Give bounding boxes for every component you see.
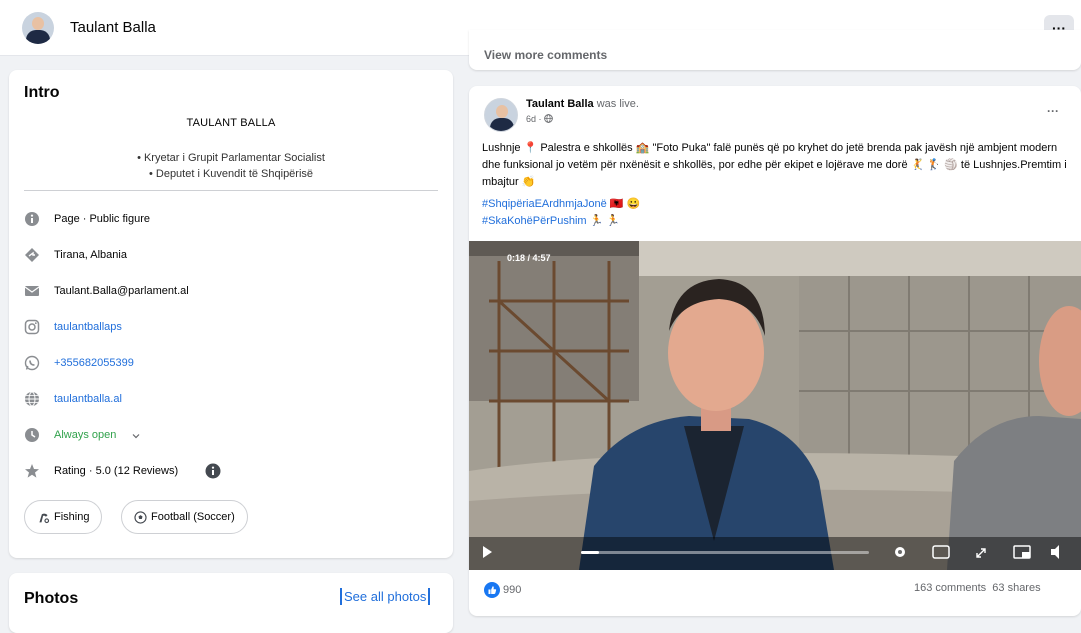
location-icon (25, 248, 39, 262)
detail-text[interactable]: Taulant.Balla@parlament.al (54, 285, 189, 297)
whatsapp-icon (24, 355, 40, 371)
profile-name[interactable]: Taulant Balla (70, 19, 156, 36)
globe-icon (25, 391, 39, 407)
detail-text: Tirana, Albania (54, 249, 127, 261)
like-icon (484, 582, 500, 598)
bio-line: • Deputet i Kuvendit të Shqipërisë (148, 168, 314, 180)
photos-card: Photos See all photos (9, 573, 453, 633)
avatar-body (26, 30, 50, 44)
info-icon (25, 212, 39, 226)
clock-icon (25, 428, 39, 442)
post-action: was live. (596, 98, 639, 110)
reaction-count: 990 (503, 583, 522, 596)
photos-title: Photos (24, 590, 79, 607)
intro-bio: • Kryetar i Grupit Parlamentar Socialist… (9, 150, 453, 182)
post-hashtags: #ShqipëriaEArdhmjaJonë 🇦🇱 😀 #SkaKohëPërP… (482, 196, 640, 230)
see-all-photos-link[interactable]: See all photos (340, 588, 431, 605)
rating-info-icon[interactable] (205, 463, 221, 479)
post-options-button[interactable]: ··· (1047, 104, 1059, 118)
video-time: 0:18 / 4:57 (507, 253, 551, 263)
detail-text[interactable]: +355682055399 (54, 357, 134, 369)
post-author-name[interactable]: Taulant Balla (526, 98, 594, 110)
post-time-text: 6d · (526, 114, 542, 124)
post-header-line: Taulant Balla was live. (526, 98, 639, 110)
detail-text[interactable]: Always open (54, 429, 116, 441)
engagement-stats: 163 comments 63 shares (914, 582, 1041, 594)
previous-post-card: View more comments (469, 30, 1081, 70)
soccer-ball-icon (134, 510, 147, 524)
intro-divider (24, 190, 438, 191)
fishing-icon (39, 513, 50, 523)
chevron-down-icon[interactable] (132, 432, 140, 440)
detail-text: Rating · 5.0 (12 Reviews) (54, 465, 179, 477)
intro-name: TAULANT BALLA (186, 117, 276, 129)
view-more-comments-link[interactable]: View more comments (484, 48, 607, 62)
intro-card: Intro TAULANT BALLA • Kryetar i Grupit P… (9, 70, 453, 558)
email-icon (24, 286, 40, 296)
hashtag-link[interactable]: #SkaKohëPërPushim 🏃 🏃 (482, 213, 640, 230)
reaction-summary[interactable]: 990 (484, 582, 521, 598)
post-text: Lushnje 📍 Palestra e shkollës 🏫 "Foto Pu… (482, 142, 1067, 188)
star-icon (25, 464, 39, 478)
avatar-body (490, 118, 514, 131)
interest-chip-fishing[interactable]: Fishing (24, 500, 103, 534)
intro-title: Intro (24, 84, 60, 101)
shares-count[interactable]: 63 shares (992, 582, 1040, 594)
live-post-card: Taulant Balla was live. 6d · ··· Lushnje… (469, 86, 1081, 616)
chip-label: Fishing (54, 511, 90, 523)
detail-text[interactable]: taulantballaps (54, 321, 122, 333)
globe-icon (544, 114, 553, 123)
comments-count[interactable]: 163 comments (914, 582, 986, 594)
video-frame (469, 241, 1081, 570)
avatar-head (32, 17, 44, 30)
detail-text[interactable]: taulantballa.al (54, 393, 122, 405)
chip-label: Football (Soccer) (151, 511, 235, 523)
hashtag-link[interactable]: #ShqipëriaEArdhmjaJonë 🇦🇱 😀 (482, 196, 640, 213)
avatar-head (496, 105, 508, 118)
instagram-icon (24, 319, 40, 335)
detail-text: Page · Public figure (54, 213, 150, 225)
profile-avatar[interactable] (22, 12, 54, 44)
interest-chip-football[interactable]: Football (Soccer) (121, 500, 248, 534)
live-video-player[interactable]: 0:18 / 4:57 (469, 241, 1081, 570)
post-author-avatar[interactable] (484, 98, 518, 132)
bio-line: • Kryetar i Grupit Parlamentar Socialist (137, 152, 325, 164)
post-timestamp[interactable]: 6d · (526, 114, 553, 124)
